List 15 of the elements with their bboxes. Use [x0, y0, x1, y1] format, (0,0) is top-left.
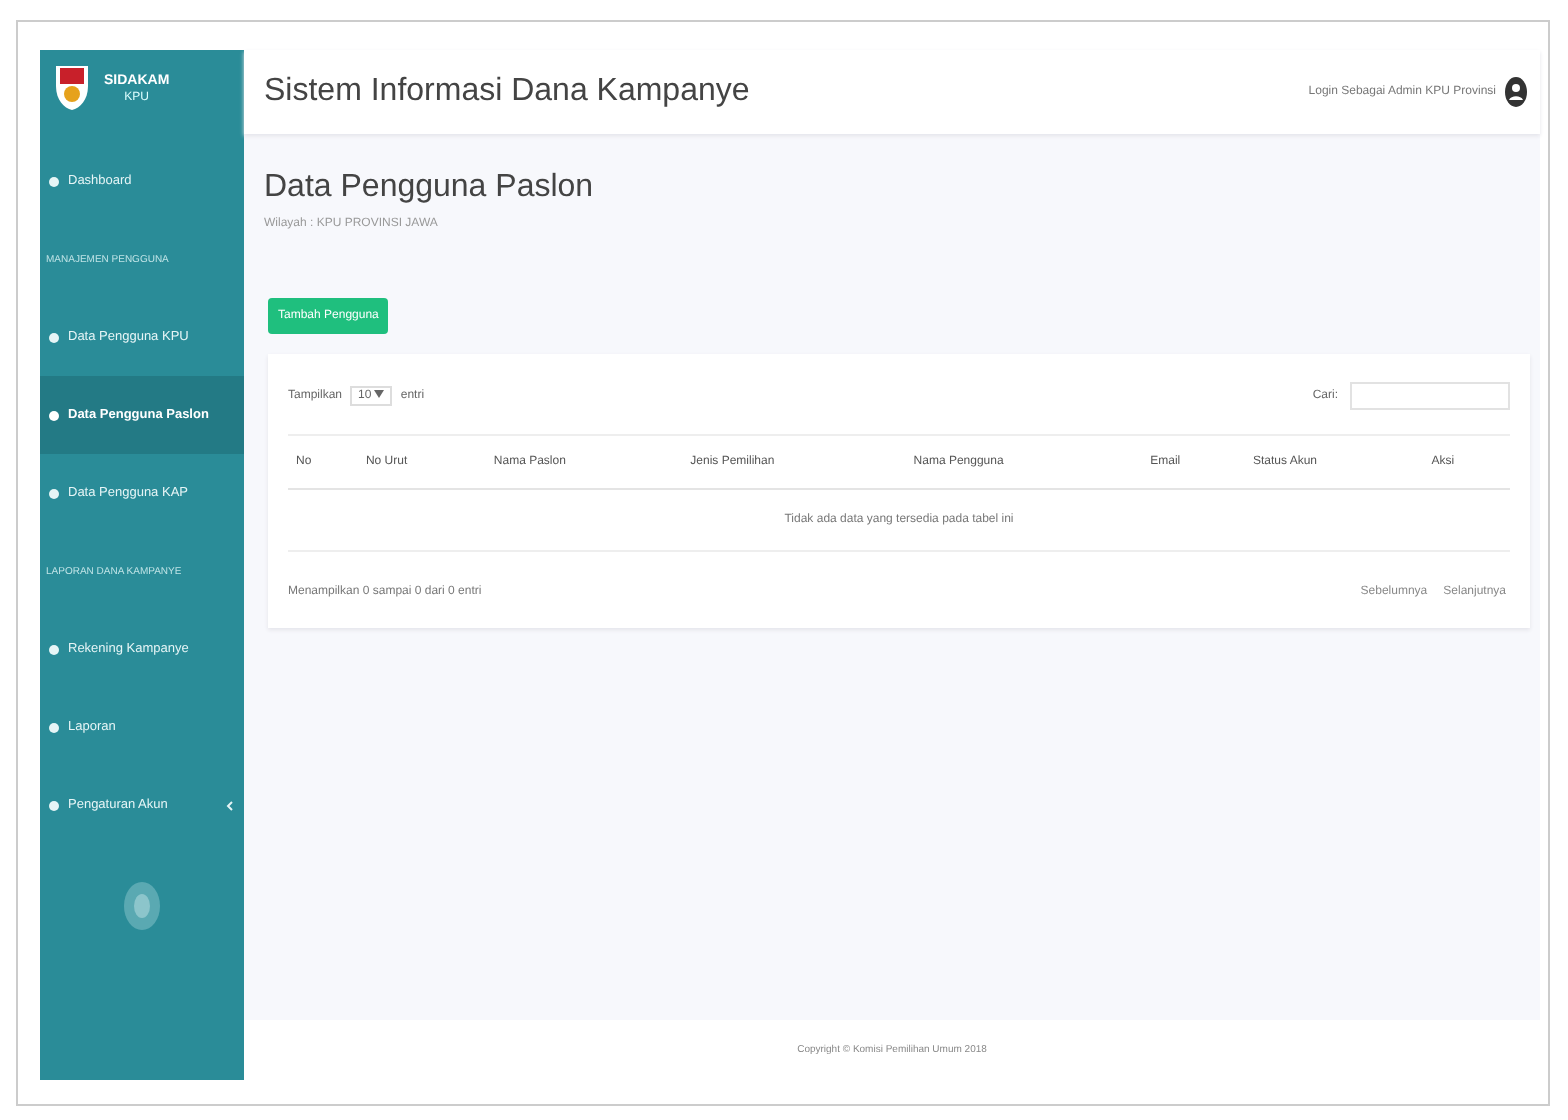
emblem-icon: [122, 880, 162, 932]
dot-icon: [48, 487, 60, 499]
app-title: Sistem Informasi Dana Kampanye: [264, 74, 750, 110]
dot-icon: [48, 799, 60, 811]
chevron-icon: [224, 799, 236, 811]
caret-icon: [374, 390, 385, 398]
dot-icon: [48, 175, 60, 187]
page-title: Data Pengguna Paslon: [264, 170, 596, 206]
logo-icon: [52, 62, 92, 114]
dot-icon: [48, 721, 60, 733]
user-avatar-icon[interactable]: [1504, 76, 1528, 108]
search-field[interactable]: [1350, 382, 1510, 410]
dot-icon: [48, 331, 60, 343]
dot-icon: [48, 643, 60, 655]
dot-icon: [48, 409, 60, 421]
